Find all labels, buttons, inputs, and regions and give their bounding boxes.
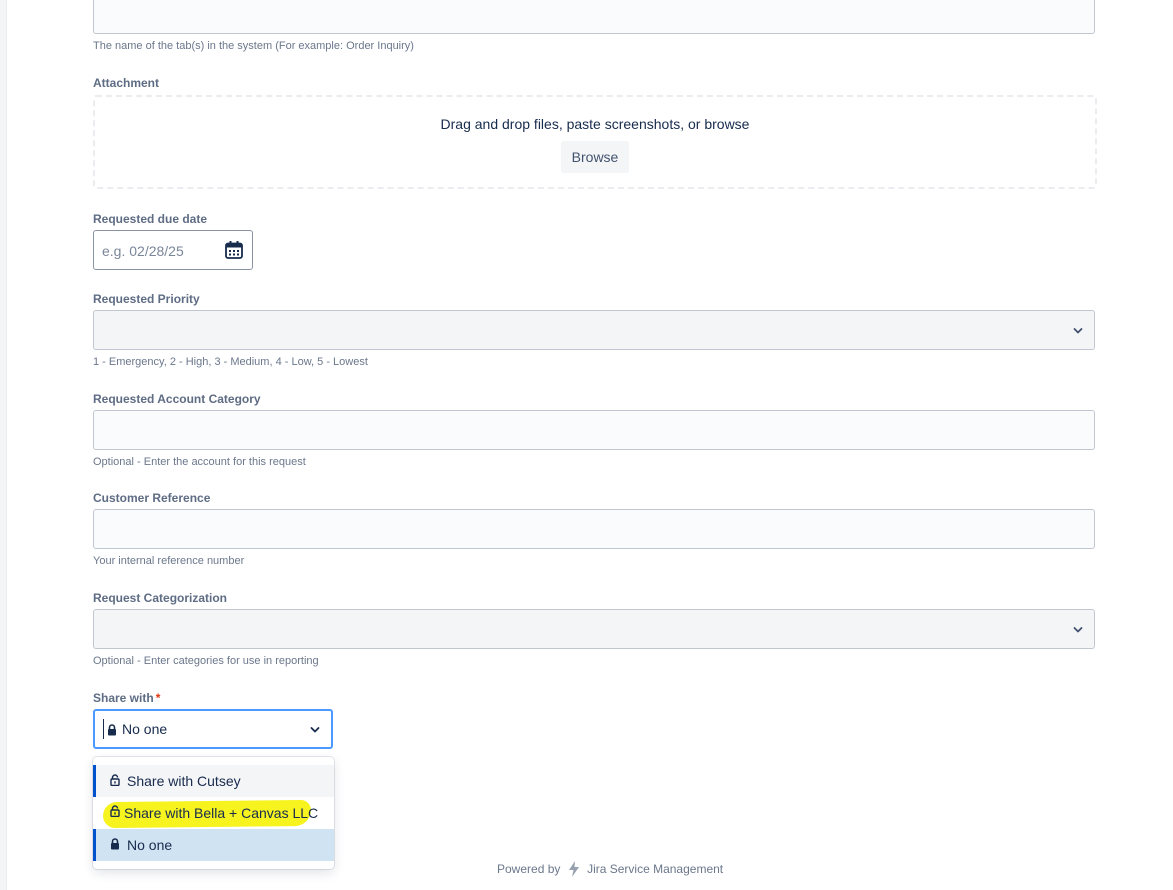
unlock-icon [110, 805, 120, 817]
browse-button[interactable]: Browse [561, 141, 629, 173]
chevron-down-icon [1073, 328, 1083, 334]
page-left-border [0, 0, 7, 890]
customer-reference-help: Your internal reference number [93, 555, 245, 567]
account-category-label: Requested Account Category [93, 392, 261, 406]
option-label: Share with Bella + Canvas LLC [124, 805, 319, 821]
priority-label: Requested Priority [93, 292, 200, 306]
jira-logo-icon [568, 861, 579, 877]
dropzone-text: Drag and drop files, paste screenshots, … [440, 116, 750, 132]
due-date-input[interactable] [94, 231, 224, 271]
categorization-label: Request Categorization [93, 591, 228, 605]
powered-by-footer: Powered by Jira Service Management [497, 860, 723, 878]
share-with-value: No one [122, 721, 168, 737]
chevron-down-icon [310, 727, 320, 733]
account-category-input[interactable] [93, 410, 1095, 450]
share-with-select[interactable]: No one [93, 709, 333, 749]
lock-icon [111, 838, 119, 850]
share-option-no-one[interactable]: No one [93, 829, 334, 861]
share-with-label: Share with * [93, 691, 160, 705]
share-with-menu: Share with Cutsey Share with Bella + Can… [93, 757, 334, 869]
tab-name-help: The name of the tab(s) in the system (Fo… [93, 40, 414, 52]
calendar-icon[interactable] [224, 240, 244, 260]
chevron-down-icon [1073, 627, 1083, 633]
attachment-label: Attachment [93, 76, 160, 90]
priority-help: 1 - Emergency, 2 - High, 3 - Medium, 4 -… [93, 356, 368, 368]
lock-icon [108, 724, 116, 736]
option-label: No one [127, 837, 173, 853]
powered-by-text: Powered by [497, 862, 561, 876]
required-mark: * [155, 691, 161, 705]
share-option-bella-canvas[interactable]: Share with Bella + Canvas LLC [93, 797, 334, 829]
option-label: Share with Cutsey [127, 773, 241, 789]
share-option-cutsey[interactable]: Share with Cutsey [93, 765, 334, 797]
account-category-help: Optional - Enter the account for this re… [93, 456, 306, 468]
unlock-icon [110, 774, 120, 786]
text-caret [103, 719, 104, 739]
due-date-label: Requested due date [93, 212, 208, 226]
product-name[interactable]: Jira Service Management [587, 862, 723, 876]
priority-select[interactable] [93, 310, 1095, 350]
categorization-select[interactable] [93, 609, 1095, 649]
share-with-label-text: Share with [93, 691, 154, 705]
attachment-dropzone[interactable]: Drag and drop files, paste screenshots, … [93, 95, 1097, 189]
categorization-help: Optional - Enter categories for use in r… [93, 655, 319, 667]
tab-name-input[interactable] [93, 0, 1095, 34]
customer-reference-input[interactable] [93, 509, 1095, 549]
customer-reference-label: Customer Reference [93, 491, 211, 505]
due-date-field[interactable] [93, 230, 253, 271]
